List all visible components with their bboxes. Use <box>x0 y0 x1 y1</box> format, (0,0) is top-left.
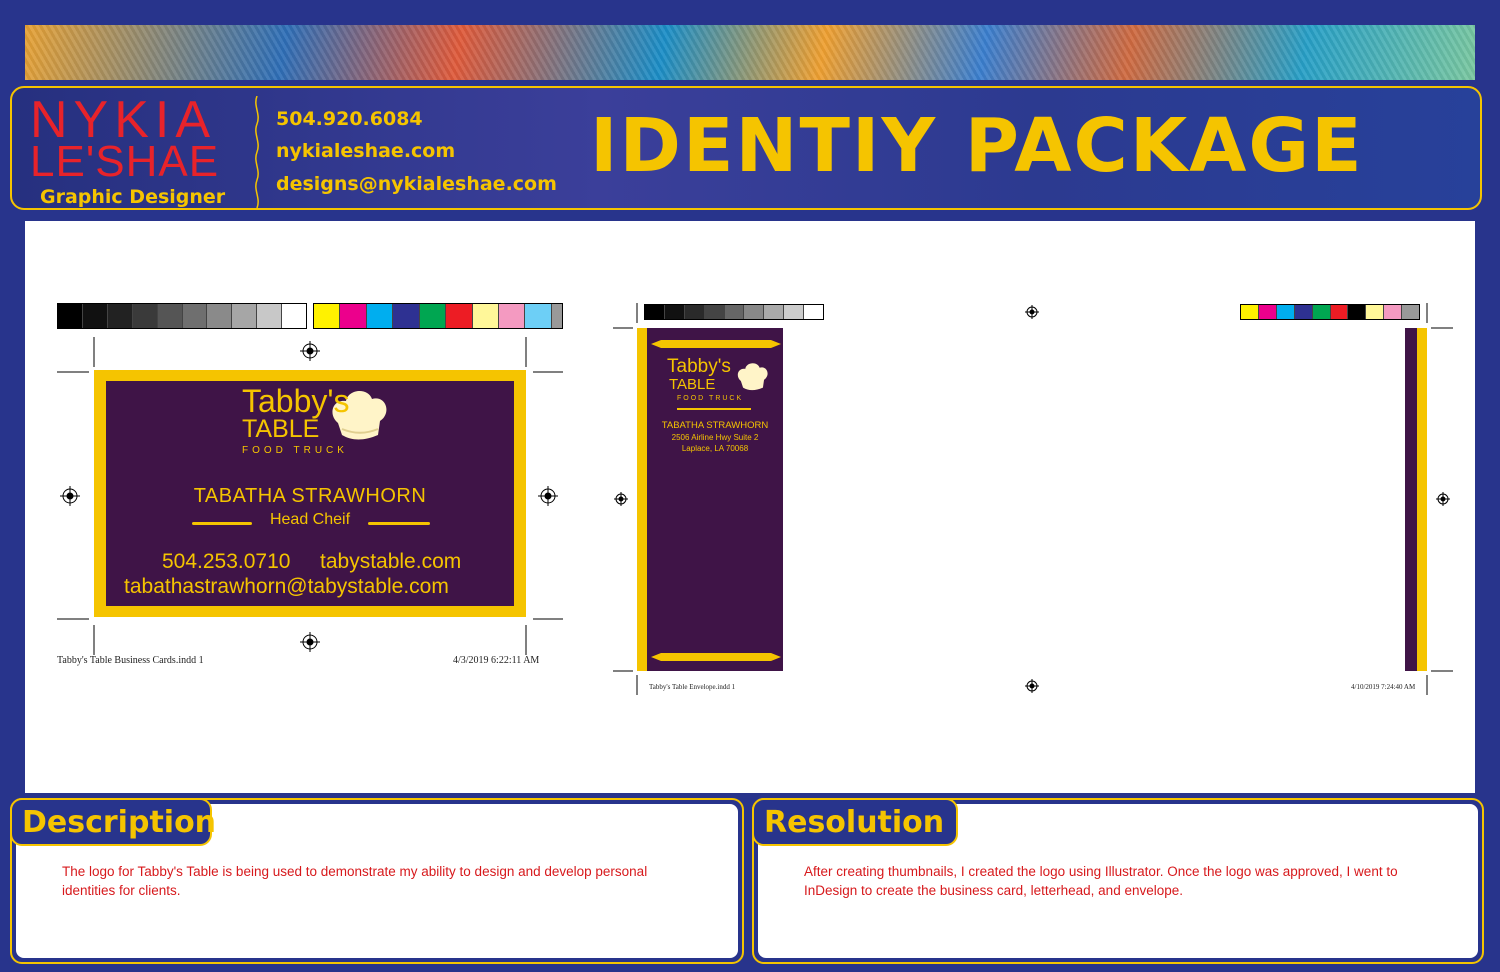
card-position: Head Cheif <box>269 511 351 528</box>
business-card-proof: Tabby's TABLE FOOD TRUCK TABATHA STRAWHO… <box>57 303 567 683</box>
card-website: tabystable.com <box>320 550 462 573</box>
resolution-heading: Resolution <box>752 798 958 846</box>
envelope-address-line2: Laplace, LA 70068 <box>681 444 749 453</box>
designer-email[interactable]: designs@nykialeshae.com <box>276 173 557 195</box>
description-panel: Description The logo for Tabby's Table i… <box>10 798 744 964</box>
designer-website[interactable]: nykialeshae.com <box>276 140 455 162</box>
page-title: IDENTIY PACKAGE <box>590 103 1364 189</box>
card-slug-date: 4/3/2019 6:22:11 AM <box>453 655 540 666</box>
envelope-person-name: TABATHA STRAWHORN <box>661 420 769 431</box>
card-slug-file: Tabby's Table Business Cards.indd 1 <box>57 655 204 666</box>
envelope-rule-bottom <box>651 653 781 661</box>
envelope-logo-tabbys: Tabby's <box>667 356 731 377</box>
envelope-slug-file: Tabby's Table Envelope.indd 1 <box>649 683 736 691</box>
card-logo-foodtruck: FOOD TRUCK <box>242 445 348 456</box>
description-text: The logo for Tabby's Table is being used… <box>62 864 648 898</box>
envelope-chef-hat-icon <box>737 363 768 391</box>
envelope-slug-date: 4/10/2019 7:24:40 AM <box>1351 683 1416 691</box>
envelope-logo-table: TABLE <box>669 376 716 393</box>
envelope-proof: Tabby's TABLE FOOD TRUCK TABATHA STRAWHO… <box>613 303 1453 703</box>
designer-name-last: LE'SHAE <box>30 137 220 186</box>
resolution-text: After creating thumbnails, I created the… <box>804 864 1398 898</box>
card-logo-table: TABLE <box>242 415 320 443</box>
resolution-panel: Resolution After creating thumbnails, I … <box>752 798 1484 964</box>
card-person-name: TABATHA STRAWHORN <box>193 485 427 507</box>
envelope-address-line1: 2506 Airline Hwy Suite 2 <box>671 433 759 442</box>
header-divider <box>255 96 259 208</box>
description-heading: Description <box>10 798 216 846</box>
decorative-banner <box>25 25 1475 80</box>
envelope-rule-top <box>651 340 781 348</box>
envelope-logo-foodtruck: FOOD TRUCK <box>677 395 744 402</box>
envelope-left-panel: Tabby's TABLE FOOD TRUCK TABATHA STRAWHO… <box>637 328 783 671</box>
header-bar: NYKIA LE'SHAE Graphic Designer 504.920.6… <box>10 86 1482 210</box>
envelope-right-panel <box>1405 328 1427 671</box>
business-card: Tabby's TABLE FOOD TRUCK TABATHA STRAWHO… <box>94 370 526 617</box>
color-bar <box>313 303 563 329</box>
page-frame: NYKIA LE'SHAE Graphic Designer 504.920.6… <box>0 0 1500 972</box>
envelope-rule-logo <box>677 408 751 410</box>
card-email: tabathastrawhorn@tabystable.com <box>124 575 449 598</box>
designer-phone[interactable]: 504.920.6084 <box>276 108 423 130</box>
grayscale-bar <box>57 303 307 329</box>
designer-role: Graphic Designer <box>40 186 226 208</box>
artwork-canvas: Tabby's TABLE FOOD TRUCK TABATHA STRAWHO… <box>25 221 1475 793</box>
card-phone: 504.253.0710 <box>162 550 291 573</box>
